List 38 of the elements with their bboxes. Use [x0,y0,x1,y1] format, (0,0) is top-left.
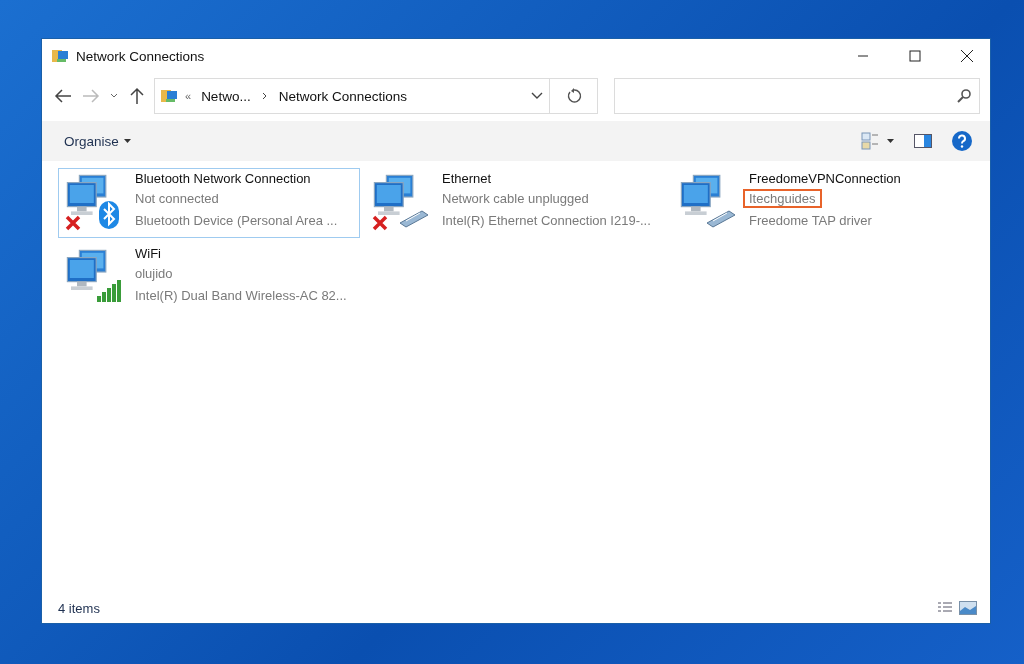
network-folder-icon [161,88,179,104]
search-icon [957,89,971,103]
connection-item[interactable]: Bluetooth Network Connection Not connected Bluetooth Device (Personal Area ... [58,168,360,238]
connection-status: Not connected [134,190,220,208]
connection-status: Network cable unplugged [441,190,590,208]
connection-name: WiFi [134,246,162,261]
connection-status: Itechguides [743,189,822,208]
connection-item[interactable]: FreedomeVPNConnection Itechguides Freedome TAP driver [672,168,974,238]
large-icons-view-button[interactable] [956,601,980,615]
overflow-chevron[interactable]: « [185,90,192,102]
dropdown-caret-icon [531,92,543,100]
caret-icon [887,139,894,143]
view-icon [861,132,879,150]
device-name: Intel(R) Ethernet Connection I219-... [441,212,652,230]
device-name: Freedome TAP driver [748,212,873,230]
network-folder-icon [52,48,70,64]
breadcrumb[interactable]: Network Connections [278,88,407,104]
refresh-icon [565,88,582,104]
caret-icon [123,139,131,143]
connection-name: FreedomeVPNConnection [748,171,901,186]
address-bar[interactable]: « Netwo... Network Connections [154,78,550,114]
organise-menu[interactable]: Organise [64,133,131,149]
refresh-button[interactable] [550,78,598,114]
window-title: Network Connections [76,48,206,64]
connection-name: Ethernet [441,171,493,186]
device-name: Bluetooth Device (Personal Area ... [134,212,339,230]
search-field[interactable] [614,78,980,114]
connection-status: olujido [134,265,174,283]
breadcrumb[interactable]: Netwo... [201,88,251,104]
connection-item[interactable]: WiFi olujido Intel(R) Dual Band Wireless-AC 82... [58,243,360,313]
caret-icon [110,93,118,99]
maximize-icon [909,50,921,62]
connection-item[interactable]: Ethernet Network cable unplugged Intel(R) Ethernet Connection I219-... [365,168,667,238]
device-name: Intel(R) Dual Band Wireless-AC 82... [134,287,348,305]
close-icon [960,49,974,63]
chevron-right-icon [260,91,269,101]
item-count: 4 items [58,600,100,616]
connection-name: Bluetooth Network Connection [134,171,312,186]
